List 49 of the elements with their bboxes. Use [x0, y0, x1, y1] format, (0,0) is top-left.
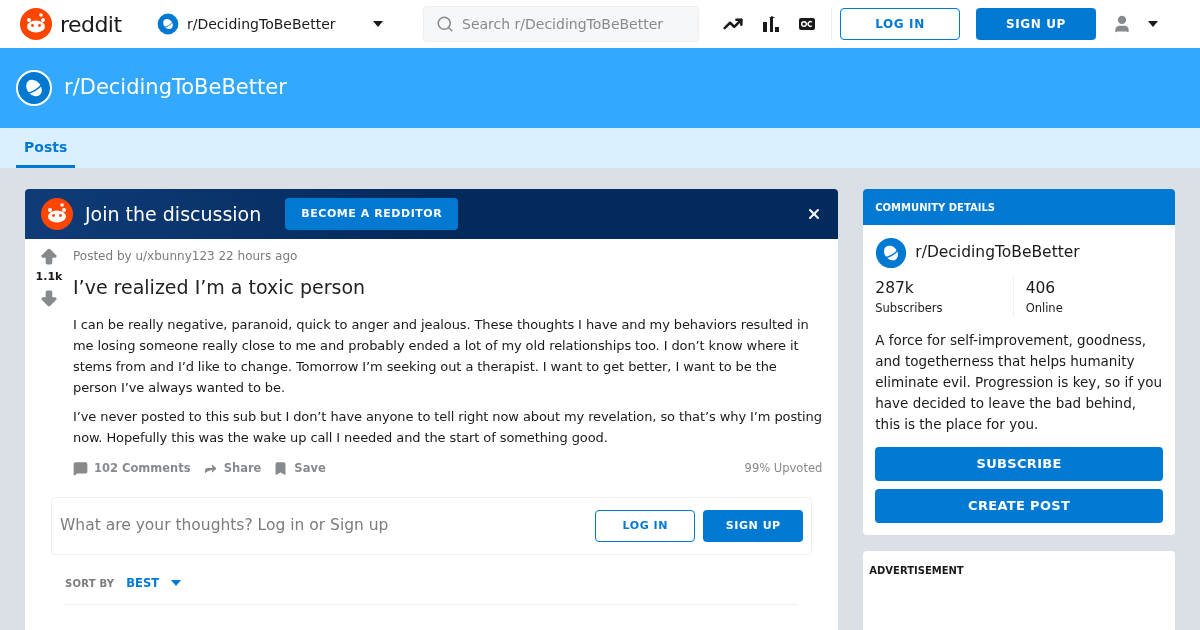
share-action[interactable]: Share	[202, 459, 262, 477]
search-icon	[436, 15, 454, 33]
sort-label: SORT BY	[65, 576, 115, 591]
community-title: r/DecidingToBeBetter	[64, 74, 287, 102]
sort-dropdown[interactable]: BEST	[126, 574, 182, 592]
user-icon	[1112, 14, 1132, 34]
logo-wordmark[interactable]: reddit	[60, 7, 122, 41]
upvote-ratio: 99% Upvoted	[744, 459, 823, 477]
stat-label: Online	[1025, 300, 1064, 318]
ad-label: ADVERTISEMENT	[869, 564, 964, 576]
alien-logo-icon	[41, 198, 73, 230]
login-button[interactable]: LOG IN	[595, 509, 696, 542]
alien-logo-icon	[20, 8, 52, 40]
create-post-button[interactable]: CREATE POST	[875, 488, 1163, 523]
user-menu[interactable]	[1112, 14, 1158, 34]
bar-chart-icon[interactable]	[763, 16, 779, 32]
tab[interactable]: Posts	[16, 128, 76, 168]
post-paragraph: I’ve never posted to this sub but I don’t have anyone to tell right now about my revelation, so that’s why I’m posting now. Hopefully this was the wake up call I needed and the start of something good.	[73, 407, 823, 447]
search-input[interactable]: Search r/DecidingToBeBetter	[462, 14, 682, 34]
comment-icon	[73, 460, 88, 476]
signup-button[interactable]: SIGN UP	[976, 8, 1096, 40]
signup-button[interactable]: SIGN UP	[703, 509, 804, 542]
dropdown-caret-icon	[373, 21, 383, 27]
community-dropdown[interactable]: r/DecidingToBeBetter	[145, 6, 395, 42]
post-meta: Posted by u/xbunny123 22 hours ago	[73, 248, 299, 265]
stat-value: 406	[1025, 278, 1057, 299]
post-paragraph: I can be really negative, paranoid, quick to anger and jealous. These thoughts I have and my behaviors resulted in me losing someone really close to me and probably ended a lot of my old relationships too. I don’t know where it stems from and I’d like to change. Tomorrow I’m seeking out a therapist. I want to get better, I want to be the person I’ve always wanted to be.	[73, 315, 810, 397]
community-name: r/DecidingToBeBetter	[915, 242, 1080, 264]
stat-value: 287k	[875, 278, 915, 299]
comment-prompt: What are your thoughts? Log in or Sign up	[60, 515, 390, 537]
oc-badge-icon[interactable]	[799, 18, 815, 30]
post-title: I’ve realized I’m a toxic person	[73, 275, 367, 300]
community-description: A force for self-improvement, goodness, and togetherness that helps humanity eliminate evil. Progression is key, so if you have decided to leave the bad behind, this is the place for you.	[875, 330, 1163, 434]
dropdown-caret-icon	[171, 580, 182, 587]
comments-action[interactable]: 102 Comments	[73, 459, 191, 477]
upvote-icon[interactable]	[39, 247, 59, 267]
login-button[interactable]: LOG IN	[840, 8, 960, 40]
subscribe-button[interactable]: SUBSCRIBE	[875, 446, 1163, 481]
save-action[interactable]: Save	[273, 459, 326, 477]
become-redditor-button[interactable]: BECOME A REDDITOR	[285, 198, 459, 230]
community-icon	[875, 237, 908, 269]
stat-label: Subscribers	[875, 300, 944, 318]
card-heading: COMMUNITY DETAILS	[875, 200, 995, 215]
community-icon	[157, 13, 179, 35]
dropdown-caret-icon	[1148, 21, 1158, 27]
search-field[interactable]: Search r/DecidingToBeBetter	[423, 6, 699, 42]
community-icon	[16, 70, 52, 106]
vote-count: 1.1k	[35, 269, 63, 285]
join-title: Join the discussion	[85, 201, 262, 227]
